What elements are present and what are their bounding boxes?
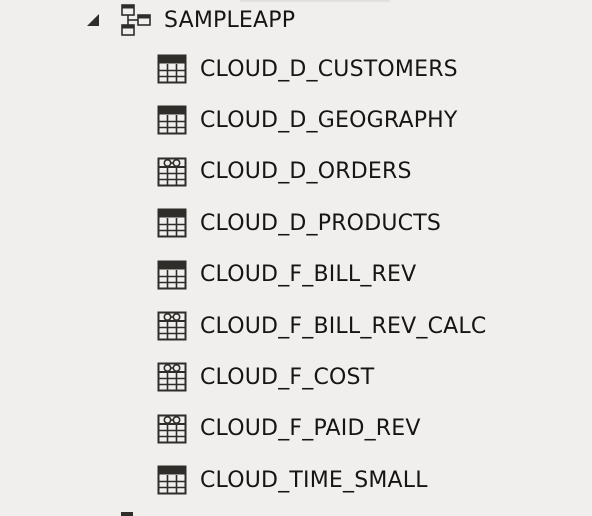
view-icon <box>157 414 187 444</box>
tree-node-view[interactable]: CLOUD_F_COST <box>0 359 592 395</box>
table-icon <box>157 105 187 135</box>
view-icon <box>157 311 187 341</box>
tree-node-table[interactable]: CLOUD_TIME_SMALL <box>0 462 592 498</box>
table-name: CLOUD_D_GEOGRAPHY <box>200 107 458 133</box>
schema-icon <box>121 4 151 36</box>
view-icon <box>157 362 187 392</box>
table-name: CLOUD_D_CUSTOMERS <box>200 56 458 82</box>
collapse-triangle-icon[interactable] <box>86 13 100 27</box>
tree-node-table[interactable]: CLOUD_D_PRODUCTS <box>0 205 592 241</box>
next-node-expander-icon[interactable] <box>121 512 133 516</box>
tree-node-view[interactable]: CLOUD_F_BILL_REV_CALC <box>0 308 592 344</box>
table-icon <box>157 208 187 238</box>
table-icon <box>157 465 187 495</box>
table-icon <box>157 260 187 290</box>
table-name: CLOUD_TIME_SMALL <box>200 467 428 493</box>
schema-tree: SAMPLEAPP CLOUD_D_CUSTOMERS CLOUD_D_GEOGR… <box>0 0 592 516</box>
tree-node-schema[interactable]: SAMPLEAPP <box>0 2 592 38</box>
view-name: CLOUD_F_COST <box>200 364 375 390</box>
tree-node-table[interactable]: CLOUD_F_BILL_REV <box>0 257 592 293</box>
table-icon <box>157 54 187 84</box>
view-name: CLOUD_F_PAID_REV <box>200 416 421 442</box>
view-name: CLOUD_F_BILL_REV_CALC <box>200 313 487 339</box>
view-name: CLOUD_D_ORDERS <box>200 159 412 185</box>
tree-node-table[interactable]: CLOUD_D_GEOGRAPHY <box>0 102 592 138</box>
schema-name: SAMPLEAPP <box>164 7 296 33</box>
tree-node-table[interactable]: CLOUD_D_CUSTOMERS <box>0 51 592 87</box>
table-name: CLOUD_F_BILL_REV <box>200 262 417 288</box>
tree-node-view[interactable]: CLOUD_D_ORDERS <box>0 154 592 190</box>
tree-node-view[interactable]: CLOUD_F_PAID_REV <box>0 411 592 447</box>
table-name: CLOUD_D_PRODUCTS <box>200 210 442 236</box>
view-icon <box>157 157 187 187</box>
